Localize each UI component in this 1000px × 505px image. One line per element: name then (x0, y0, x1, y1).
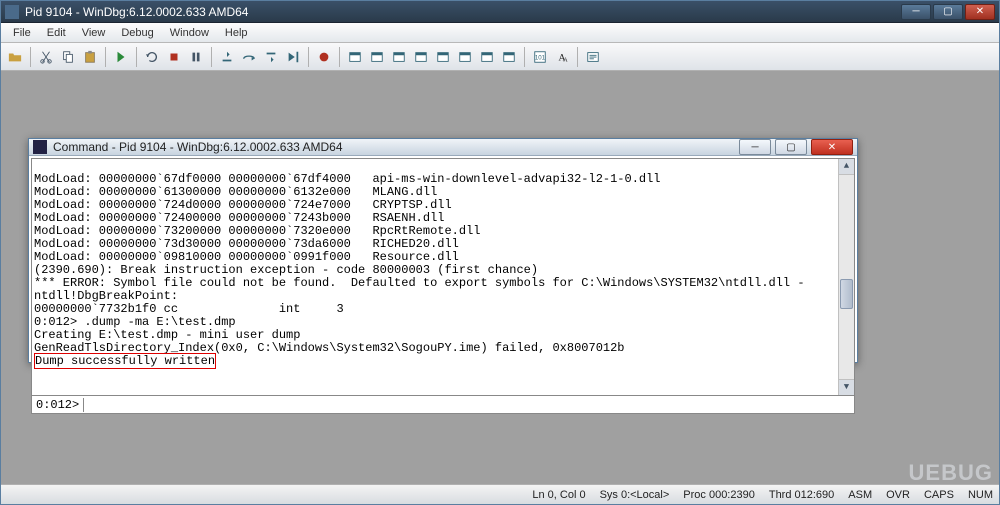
command-input[interactable] (84, 396, 854, 413)
close-button[interactable]: ✕ (965, 4, 995, 20)
output-line: ModLoad: 00000000`72400000 00000000`7243… (34, 211, 444, 225)
restart-icon[interactable] (142, 47, 162, 67)
output-line: (2390.690): Break instruction exception … (34, 263, 538, 277)
status-caps: CAPS (924, 489, 954, 501)
font-icon[interactable]: AA (552, 47, 572, 67)
step-over-icon[interactable] (239, 47, 259, 67)
command-title: Command - Pid 9104 - WinDbg:6.12.0002.63… (53, 140, 739, 154)
menu-bar: File Edit View Debug Window Help (1, 23, 999, 43)
menu-debug[interactable]: Debug (113, 25, 161, 41)
status-num: NUM (968, 489, 993, 501)
watch-window-icon[interactable] (367, 47, 387, 67)
child-minimize-button[interactable]: ─ (739, 139, 771, 155)
menu-view[interactable]: View (74, 25, 114, 41)
status-lncol: Ln 0, Col 0 (532, 489, 585, 501)
app-icon (5, 5, 19, 19)
scroll-up-icon[interactable]: ▲ (839, 159, 854, 175)
status-ovr: OVR (886, 489, 910, 501)
separator (577, 47, 578, 67)
command-window: Command - Pid 9104 - WinDbg:6.12.0002.63… (28, 138, 858, 363)
command-window-icon[interactable] (345, 47, 365, 67)
minimize-button[interactable]: ─ (901, 4, 931, 20)
breakpoint-icon[interactable] (314, 47, 334, 67)
break-icon[interactable] (186, 47, 206, 67)
go-icon[interactable] (111, 47, 131, 67)
separator (308, 47, 309, 67)
output-line: ModLoad: 00000000`61300000 00000000`6132… (34, 185, 437, 199)
menu-edit[interactable]: Edit (39, 25, 74, 41)
copy-icon[interactable] (58, 47, 78, 67)
status-asm: ASM (848, 489, 872, 501)
mdi-workspace: Command - Pid 9104 - WinDbg:6.12.0002.63… (1, 71, 999, 484)
separator (524, 47, 525, 67)
output-line: 00000000`7732b1f0 cc int 3 (34, 302, 344, 316)
separator (211, 47, 212, 67)
output-line: ModLoad: 00000000`73200000 00000000`7320… (34, 224, 480, 238)
command-prompt: 0:012> (32, 398, 84, 412)
output-line: ModLoad: 00000000`09810000 00000000`0991… (34, 250, 459, 264)
main-titlebar[interactable]: Pid 9104 - WinDbg:6.12.0002.633 AMD64 ─ … (1, 1, 999, 23)
output-line: ModLoad: 00000000`67df0000 00000000`67df… (34, 172, 661, 186)
separator (105, 47, 106, 67)
menu-help[interactable]: Help (217, 25, 256, 41)
disasm-window-icon[interactable] (477, 47, 497, 67)
command-window-icon (33, 140, 47, 154)
step-out-icon[interactable] (261, 47, 281, 67)
toolbar: 101 AA (1, 43, 999, 71)
status-thrd: Thrd 012:690 (769, 489, 834, 501)
cut-icon[interactable] (36, 47, 56, 67)
scroll-down-icon[interactable]: ▼ (839, 379, 854, 395)
output-highlighted-line: Dump successfully written (34, 353, 216, 369)
output-line: 0:012> .dump -ma E:\test.dmp (34, 315, 236, 329)
child-close-button[interactable]: ✕ (811, 139, 853, 155)
source-mode-icon[interactable]: 101 (530, 47, 550, 67)
svg-text:101: 101 (535, 54, 546, 61)
menu-window[interactable]: Window (162, 25, 217, 41)
status-sys: Sys 0:<Local> (600, 489, 670, 501)
menu-file[interactable]: File (5, 25, 39, 41)
output-line: Creating E:\test.dmp - mini user dump (34, 328, 300, 342)
child-maximize-button[interactable]: ▢ (775, 139, 807, 155)
maximize-button[interactable]: ▢ (933, 4, 963, 20)
command-output[interactable]: ModLoad: 00000000`67df0000 00000000`67df… (32, 159, 854, 395)
status-proc: Proc 000:2390 (683, 489, 755, 501)
separator (30, 47, 31, 67)
callstack-window-icon[interactable] (455, 47, 475, 67)
locals-window-icon[interactable] (389, 47, 409, 67)
output-line: ModLoad: 00000000`73d30000 00000000`73da… (34, 237, 459, 251)
stop-icon[interactable] (164, 47, 184, 67)
output-line: *** ERROR: Symbol file could not be foun… (34, 276, 812, 290)
main-window: Pid 9104 - WinDbg:6.12.0002.633 AMD64 ─ … (0, 0, 1000, 505)
output-line: ntdll!DbgBreakPoint: (34, 289, 178, 303)
scroll-thumb[interactable] (840, 279, 853, 309)
paste-icon[interactable] (80, 47, 100, 67)
options-icon[interactable] (583, 47, 603, 67)
memory-window-icon[interactable] (433, 47, 453, 67)
svg-text:A: A (563, 57, 568, 63)
main-title: Pid 9104 - WinDbg:6.12.0002.633 AMD64 (25, 5, 901, 19)
run-to-cursor-icon[interactable] (283, 47, 303, 67)
open-icon[interactable] (5, 47, 25, 67)
step-into-icon[interactable] (217, 47, 237, 67)
vertical-scrollbar[interactable]: ▲ ▼ (838, 159, 854, 395)
scratch-window-icon[interactable] (499, 47, 519, 67)
command-titlebar[interactable]: Command - Pid 9104 - WinDbg:6.12.0002.63… (29, 139, 857, 156)
separator (339, 47, 340, 67)
separator (136, 47, 137, 67)
command-input-row: 0:012> (32, 395, 854, 413)
command-body: ModLoad: 00000000`67df0000 00000000`67df… (31, 158, 855, 414)
status-bar: Ln 0, Col 0 Sys 0:<Local> Proc 000:2390 … (1, 484, 999, 504)
output-line: ModLoad: 00000000`724d0000 00000000`724e… (34, 198, 452, 212)
registers-window-icon[interactable] (411, 47, 431, 67)
